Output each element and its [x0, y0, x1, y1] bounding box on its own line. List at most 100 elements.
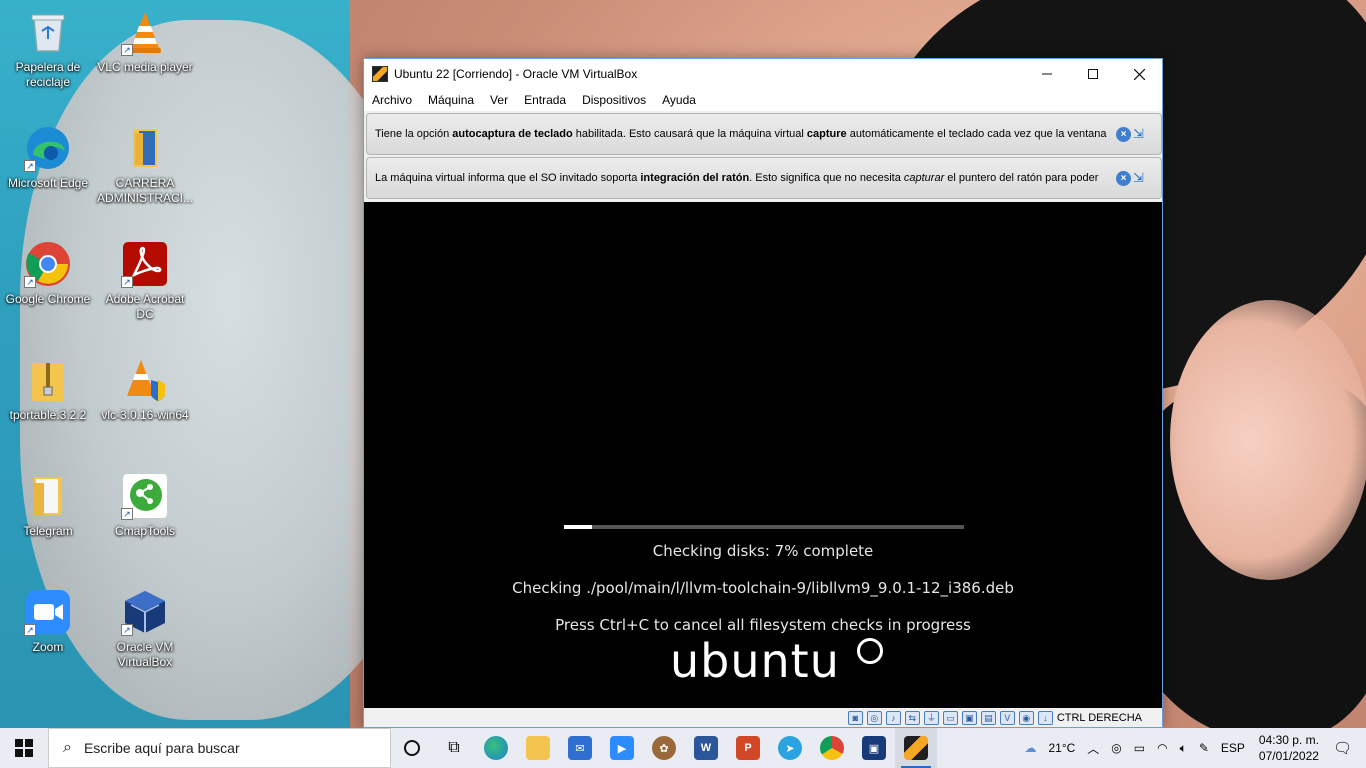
dont-show-again-icon[interactable]: ⇲ — [1133, 170, 1151, 186]
desktop-icon-label: VLC media player — [97, 60, 193, 74]
virtualbox-vm-icon — [904, 736, 928, 760]
menu-dispositivos[interactable]: Dispositivos — [582, 93, 646, 107]
desktop-icon-chrome[interactable]: ↗ Google Chrome — [0, 240, 96, 307]
clock-time: 04:30 p. m. — [1258, 733, 1319, 747]
taskbar-word[interactable]: W — [685, 728, 727, 768]
desktop-icon-cmaptools[interactable]: ↗ CmapTools — [97, 472, 193, 539]
weather-cloud-icon[interactable]: ☁ — [1024, 741, 1036, 755]
keyboard-capture-notice: Tiene la opción autocaptura de teclado h… — [366, 113, 1162, 155]
desktop-icon-carrera-folder[interactable]: CARRERA ADMINISTRACI... — [97, 124, 193, 206]
video-capture-icon[interactable]: ▤ — [980, 710, 996, 725]
keyboard-capture-icon[interactable]: ↓ — [1037, 710, 1053, 725]
zoom-icon: ↗ — [24, 588, 72, 636]
battery-icon[interactable]: ▭ — [1134, 741, 1145, 755]
taskbar-powerpoint[interactable]: P — [727, 728, 769, 768]
desktop-icon-telegram-folder[interactable]: Telegram — [0, 472, 96, 539]
powerpoint-icon: P — [736, 736, 760, 760]
mouse-integration-icon[interactable]: ◉ — [1018, 710, 1034, 725]
desktop-icon-recycle-bin[interactable]: Papelera de reciclaje — [0, 8, 96, 90]
desktop-icon-tportable[interactable]: tportable.3.2.2 — [0, 356, 96, 423]
shared-folders-icon[interactable]: ▭ — [942, 710, 958, 725]
start-button[interactable] — [0, 728, 48, 768]
edge-icon: ↗ — [24, 124, 72, 172]
hard-disk-icon[interactable]: ◙ — [847, 710, 863, 725]
menu-ayuda[interactable]: Ayuda — [662, 93, 696, 107]
task-view-icon: ⧉ — [448, 739, 460, 756]
zip-folder-icon — [24, 356, 72, 404]
language-indicator[interactable]: ESP — [1221, 741, 1245, 755]
taskbar-chrome[interactable] — [811, 728, 853, 768]
menu-bar: Archivo Máquina Ver Entrada Dispositivos… — [364, 89, 1162, 111]
desktop-icon-virtualbox[interactable]: ↗ Oracle VM VirtualBox — [97, 588, 193, 670]
close-notice-icon[interactable]: × — [1116, 127, 1131, 142]
folder-icon — [24, 472, 72, 520]
pen-icon[interactable]: ✎ — [1199, 741, 1209, 755]
virtualbox-vm-icon — [372, 66, 388, 82]
chrome-icon: ↗ — [24, 240, 72, 288]
taskbar-virtualbox-vm[interactable] — [895, 728, 937, 768]
notifications-icon[interactable]: 🗨︎ — [1333, 739, 1352, 757]
taskbar-virtualbox[interactable]: ▣ — [853, 728, 895, 768]
notice-text: Tiene la opción autocaptura de teclado h… — [375, 128, 1107, 140]
gimp-icon: ✿ — [652, 736, 676, 760]
disk-check-progress-bar — [564, 525, 964, 529]
recycle-bin-icon — [24, 8, 72, 56]
desktop-icon-label: CmapTools — [114, 524, 176, 538]
desktop-icon-label: vlc-3.0.16-win64 — [101, 408, 189, 422]
taskbar-file-explorer[interactable] — [517, 728, 559, 768]
menu-maquina[interactable]: Máquina — [428, 93, 474, 107]
disk-check-file: Checking ./pool/main/l/llvm-toolchain-9/… — [512, 579, 1014, 597]
desktop-icon-acrobat[interactable]: ↗ Adobe Acrobat DC — [97, 240, 193, 322]
notice-text: La máquina virtual informa que el SO inv… — [375, 172, 1099, 184]
webcam-icon[interactable]: ◎ — [1111, 741, 1121, 755]
taskbar-gimp[interactable]: ✿ — [643, 728, 685, 768]
vm-screen[interactable]: Checking disks: 7% complete Checking ./p… — [364, 202, 1162, 710]
desktop-icon-label: Google Chrome — [5, 292, 91, 306]
desktop-icon-label: Papelera de reciclaje — [15, 60, 81, 89]
task-view-button[interactable]: ⧉ — [433, 728, 475, 768]
desktop-icon-label: Zoom — [32, 640, 64, 654]
desktop-icon-label: tportable.3.2.2 — [9, 408, 87, 422]
close-notice-icon[interactable]: × — [1116, 171, 1131, 186]
volume-icon[interactable]: 🔈︎ — [1180, 741, 1187, 756]
close-button[interactable] — [1116, 59, 1162, 89]
maximize-button[interactable] — [1070, 59, 1116, 89]
window-title: Ubuntu 22 [Corriendo] - Oracle VM Virtua… — [394, 67, 638, 81]
desktop-icon-edge[interactable]: ↗ Microsoft Edge — [0, 124, 96, 191]
taskbar-telegram[interactable]: ➤ — [769, 728, 811, 768]
folder-icon — [121, 124, 169, 172]
desktop-icon-vlc-installer[interactable]: vlc-3.0.16-win64 — [97, 356, 193, 423]
network-icon[interactable]: ⇆ — [904, 710, 920, 725]
optical-drive-icon[interactable]: ◎ — [866, 710, 882, 725]
cortana-button[interactable] — [391, 728, 433, 768]
chrome-icon — [820, 736, 844, 760]
dont-show-again-icon[interactable]: ⇲ — [1133, 126, 1151, 142]
clock-date: 07/01/2022 — [1258, 749, 1319, 763]
desktop-icon-zoom[interactable]: ↗ Zoom — [0, 588, 96, 655]
taskbar-search-box[interactable]: ⌕ Escribe aquí para buscar — [48, 728, 391, 768]
desktop-icon-label: Oracle VM VirtualBox — [116, 640, 174, 669]
clock[interactable]: 04:30 p. m. 07/01/2022 — [1259, 732, 1319, 764]
system-tray: ☁ 21°C ︿ ◎ ▭ ◠ 🔈︎ ✎ ESP 04:30 p. m. 07/0… — [1018, 728, 1366, 768]
audio-icon[interactable]: ♪ — [885, 710, 901, 725]
weather-temperature[interactable]: 21°C — [1048, 741, 1075, 755]
desktop-icon-vlc[interactable]: ↗ VLC media player — [97, 8, 193, 75]
menu-ver[interactable]: Ver — [490, 93, 508, 107]
progress-fill — [564, 525, 592, 529]
display-icon[interactable]: ▣ — [961, 710, 977, 725]
wifi-icon[interactable]: ◠ — [1157, 741, 1167, 755]
virtualbox-window[interactable]: Ubuntu 22 [Corriendo] - Oracle VM Virtua… — [363, 58, 1163, 728]
menu-entrada[interactable]: Entrada — [524, 93, 566, 107]
desktop-icon-label: Telegram — [23, 524, 73, 538]
show-hidden-icons-chevron-icon[interactable]: ︿ — [1087, 740, 1099, 757]
disk-check-status: Checking disks: 7% complete — [652, 542, 874, 560]
usb-icon[interactable]: ⏚ — [923, 710, 939, 725]
window-titlebar[interactable]: Ubuntu 22 [Corriendo] - Oracle VM Virtua… — [364, 59, 1162, 89]
taskbar-mail[interactable]: ✉ — [559, 728, 601, 768]
menu-archivo[interactable]: Archivo — [372, 93, 412, 107]
taskbar-zoom[interactable]: ▶ — [601, 728, 643, 768]
minimize-button[interactable] — [1024, 59, 1070, 89]
windows-logo-icon — [15, 739, 33, 757]
virtualization-icon[interactable]: V — [999, 710, 1015, 725]
taskbar-edge[interactable] — [475, 728, 517, 768]
